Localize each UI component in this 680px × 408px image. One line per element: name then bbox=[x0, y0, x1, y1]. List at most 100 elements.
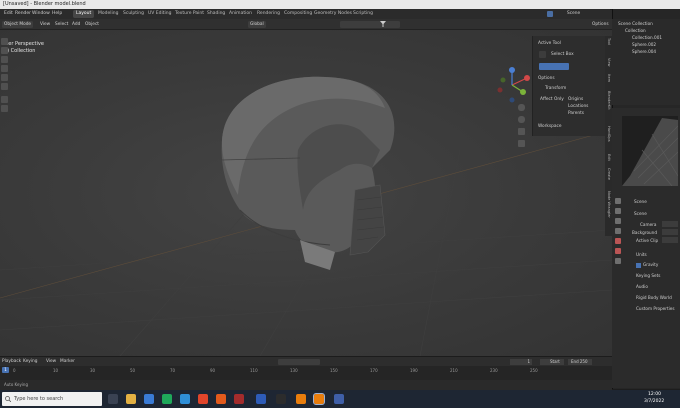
menu-edit[interactable]: Edit bbox=[4, 11, 13, 16]
outliner-item-3[interactable]: Sphere.004 bbox=[632, 49, 656, 54]
camera-field[interactable] bbox=[662, 221, 678, 227]
menu-select[interactable]: Select bbox=[53, 21, 70, 28]
gravity-checkbox[interactable] bbox=[636, 263, 641, 268]
active-tool-header[interactable]: Active Tool bbox=[538, 41, 561, 46]
tab-layout[interactable]: Layout bbox=[73, 10, 95, 18]
tab-scripting[interactable]: Scripting bbox=[350, 10, 376, 18]
select-box-tool-icon[interactable] bbox=[1, 38, 8, 45]
firefox-icon[interactable] bbox=[216, 394, 226, 404]
keying-menu[interactable]: Keying bbox=[23, 359, 37, 364]
transform-orientation-dropdown[interactable]: Global bbox=[248, 21, 266, 28]
render-props-icon[interactable] bbox=[615, 208, 621, 214]
outliner-item-1[interactable]: Collection.001 bbox=[632, 35, 662, 40]
background-field[interactable] bbox=[662, 229, 678, 235]
menu-window[interactable]: Window bbox=[32, 11, 50, 16]
outliner-collection[interactable]: Collection bbox=[625, 28, 646, 33]
taskbar-search-box[interactable]: Type here to search bbox=[2, 392, 102, 406]
annotate-tool-icon[interactable] bbox=[1, 96, 8, 103]
cursor-tool-icon[interactable] bbox=[1, 47, 8, 54]
origins-checkbox[interactable]: Origins bbox=[568, 97, 583, 102]
menu-render[interactable]: Render bbox=[15, 11, 31, 16]
object-mode-dropdown[interactable]: Object Mode bbox=[2, 21, 34, 28]
options-header[interactable]: Options bbox=[538, 76, 555, 81]
tab-edit[interactable]: Edit bbox=[606, 154, 611, 161]
outliner-item-2[interactable]: Sphere.002 bbox=[632, 42, 656, 47]
menu-add[interactable]: Add bbox=[70, 21, 82, 28]
custom-properties-panel[interactable]: Custom Properties bbox=[636, 306, 675, 311]
app-icon-blue[interactable] bbox=[334, 394, 344, 404]
view-layer-props-icon[interactable] bbox=[615, 228, 621, 234]
timeline-ruler[interactable]: 1 0 10 30 50 70 90 110 130 150 170 190 2… bbox=[0, 366, 612, 380]
playback-menu[interactable]: Playback bbox=[2, 359, 21, 364]
tab-view[interactable]: View bbox=[606, 58, 611, 67]
filter-icon[interactable] bbox=[380, 21, 386, 27]
scene-name[interactable]: Scene bbox=[567, 11, 580, 16]
tab-animation[interactable]: Animation bbox=[226, 10, 255, 18]
sidebar-n-panel: Active Tool Select Box Options Transform… bbox=[532, 36, 606, 136]
measure-tool-icon[interactable] bbox=[1, 105, 8, 112]
tab-sculpting[interactable]: Sculpting bbox=[120, 10, 147, 18]
tab-texture-paint[interactable]: Texture Paint bbox=[172, 10, 207, 18]
tab-shading[interactable]: Shading bbox=[204, 10, 228, 18]
menu-view[interactable]: View bbox=[38, 21, 52, 28]
rigid-body-world-panel[interactable]: Rigid Body World bbox=[636, 295, 672, 300]
menu-object[interactable]: Object bbox=[83, 21, 101, 28]
scene-title: Scene bbox=[634, 199, 647, 204]
rotate-tool-icon[interactable] bbox=[1, 65, 8, 72]
menu-help[interactable]: Help bbox=[52, 11, 62, 16]
output-props-icon[interactable] bbox=[615, 218, 621, 224]
workspace-header[interactable]: Workspace bbox=[538, 124, 562, 129]
3d-viewport[interactable]: User Perspective (3) Collection bbox=[0, 30, 612, 356]
move-tool-icon[interactable] bbox=[1, 56, 8, 63]
app-icon-red[interactable] bbox=[234, 394, 244, 404]
frame-indicator[interactable]: 1 bbox=[2, 367, 9, 373]
edge-icon[interactable] bbox=[180, 394, 190, 404]
store-icon[interactable] bbox=[162, 394, 172, 404]
photoshop-icon[interactable] bbox=[256, 394, 266, 404]
keying-sets-panel[interactable]: Keying Sets bbox=[636, 273, 660, 278]
selection-mode-buttons[interactable] bbox=[539, 63, 569, 70]
options-dropdown[interactable]: Options bbox=[590, 21, 611, 28]
playback-controls[interactable] bbox=[278, 359, 320, 365]
current-frame-field[interactable]: 1 bbox=[510, 359, 532, 365]
timeline-view-menu[interactable]: View bbox=[46, 359, 56, 364]
tab-rendering[interactable]: Rendering bbox=[254, 10, 283, 18]
select-box-icon[interactable] bbox=[539, 51, 546, 58]
world-props-icon[interactable] bbox=[615, 248, 621, 254]
tab-geometry-nodes[interactable]: Geometry Nodes bbox=[311, 10, 355, 18]
outliner-scene-collection[interactable]: Scene Collection bbox=[618, 21, 653, 26]
transform-tool-icon[interactable] bbox=[1, 83, 8, 90]
units-panel[interactable]: Units bbox=[636, 252, 647, 257]
tab-tool[interactable]: Tool bbox=[606, 38, 611, 45]
blender-icon-1[interactable] bbox=[296, 394, 306, 404]
tab-create[interactable]: Create bbox=[606, 168, 611, 180]
tab-item[interactable]: Item bbox=[606, 74, 611, 82]
active-clip-field[interactable] bbox=[662, 237, 678, 243]
viewport-search-field[interactable] bbox=[340, 21, 400, 28]
chrome-icon[interactable] bbox=[198, 394, 208, 404]
tab-modeling[interactable]: Modeling bbox=[95, 10, 121, 18]
audio-panel[interactable]: Audio bbox=[636, 284, 648, 289]
tab-blenderkit[interactable]: BlenderKit bbox=[606, 91, 611, 110]
tab-uv-editing[interactable]: UV Editing bbox=[145, 10, 174, 18]
start-frame-field[interactable]: Start bbox=[540, 359, 564, 365]
tab-hardops[interactable]: HardOps bbox=[606, 126, 611, 142]
marker-menu[interactable]: Marker bbox=[60, 359, 75, 364]
blender-icon-active[interactable] bbox=[313, 393, 325, 405]
top-menubar: Edit Render Window Help Layout Modeling … bbox=[0, 9, 610, 19]
scene-props-icon[interactable] bbox=[615, 238, 621, 244]
transform-header[interactable]: Transform bbox=[545, 86, 566, 91]
app-icon-dark[interactable] bbox=[276, 394, 286, 404]
end-frame-field[interactable]: End 250 bbox=[568, 359, 592, 365]
mail-icon[interactable] bbox=[144, 394, 154, 404]
locations-checkbox[interactable]: Locations bbox=[568, 104, 588, 109]
parents-checkbox[interactable]: Parents bbox=[568, 111, 584, 116]
collection-props-icon[interactable] bbox=[615, 258, 621, 264]
file-explorer-icon[interactable] bbox=[126, 394, 136, 404]
tab-node-wrangler[interactable]: Node Wrangler bbox=[606, 191, 611, 218]
tool-props-icon[interactable] bbox=[615, 198, 621, 204]
scene-panel-header[interactable]: Scene bbox=[634, 211, 647, 216]
scale-tool-icon[interactable] bbox=[1, 74, 8, 81]
task-view-icon[interactable] bbox=[108, 394, 118, 404]
pan-hand-icon bbox=[518, 116, 525, 123]
